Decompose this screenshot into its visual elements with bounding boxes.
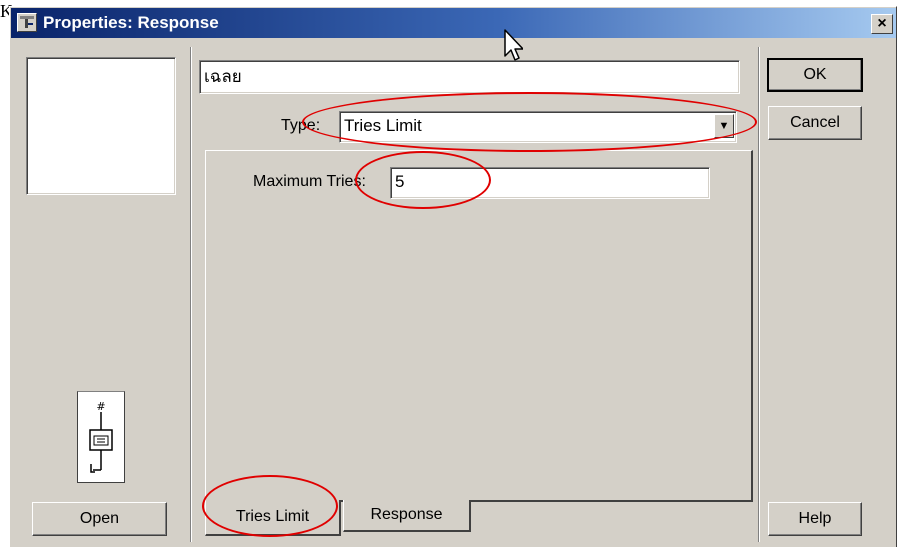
left-divider xyxy=(190,47,192,542)
properties-dialog: Properties: Response × # Open เฉลย Type:… xyxy=(9,6,897,547)
maximum-tries-label: Maximum Tries: xyxy=(253,173,366,190)
properties-icon xyxy=(17,13,37,32)
cancel-button[interactable]: Cancel xyxy=(768,106,862,140)
chevron-down-icon[interactable]: ▼ xyxy=(714,114,734,138)
tab-response[interactable]: Response xyxy=(343,500,471,532)
ok-button[interactable]: OK xyxy=(767,58,863,92)
flowchart-icon: # xyxy=(77,391,125,483)
open-button-label: Open xyxy=(79,510,120,527)
help-button-label: Help xyxy=(798,510,832,527)
name-input[interactable]: เฉลย xyxy=(199,60,740,94)
svg-text:#: # xyxy=(96,400,105,413)
tab-tries-limit[interactable]: Tries Limit xyxy=(205,500,341,536)
tab-panel-tries-limit: Maximum Tries: 5 xyxy=(205,150,753,502)
preview-box xyxy=(26,57,176,195)
open-button[interactable]: Open xyxy=(32,502,167,536)
type-dropdown[interactable]: Tries Limit ▼ xyxy=(339,111,737,143)
cancel-button-label: Cancel xyxy=(790,114,840,131)
response-flow-icon: # xyxy=(89,400,113,473)
mouse-cursor-icon xyxy=(504,29,523,61)
tab-tries-limit-label: Tries Limit xyxy=(235,508,310,525)
close-icon: × xyxy=(877,15,887,32)
tab-response-label: Response xyxy=(370,506,443,523)
type-selected-value: Tries Limit xyxy=(344,116,422,135)
close-button[interactable]: × xyxy=(871,14,893,34)
ok-button-label: OK xyxy=(803,66,827,83)
window-title: Properties: Response xyxy=(43,13,219,32)
maximum-tries-input[interactable]: 5 xyxy=(390,167,710,199)
right-divider xyxy=(758,47,760,542)
type-label: Type: xyxy=(281,117,321,134)
title-bar[interactable]: Properties: Response × xyxy=(11,8,896,38)
help-button[interactable]: Help xyxy=(768,502,862,536)
